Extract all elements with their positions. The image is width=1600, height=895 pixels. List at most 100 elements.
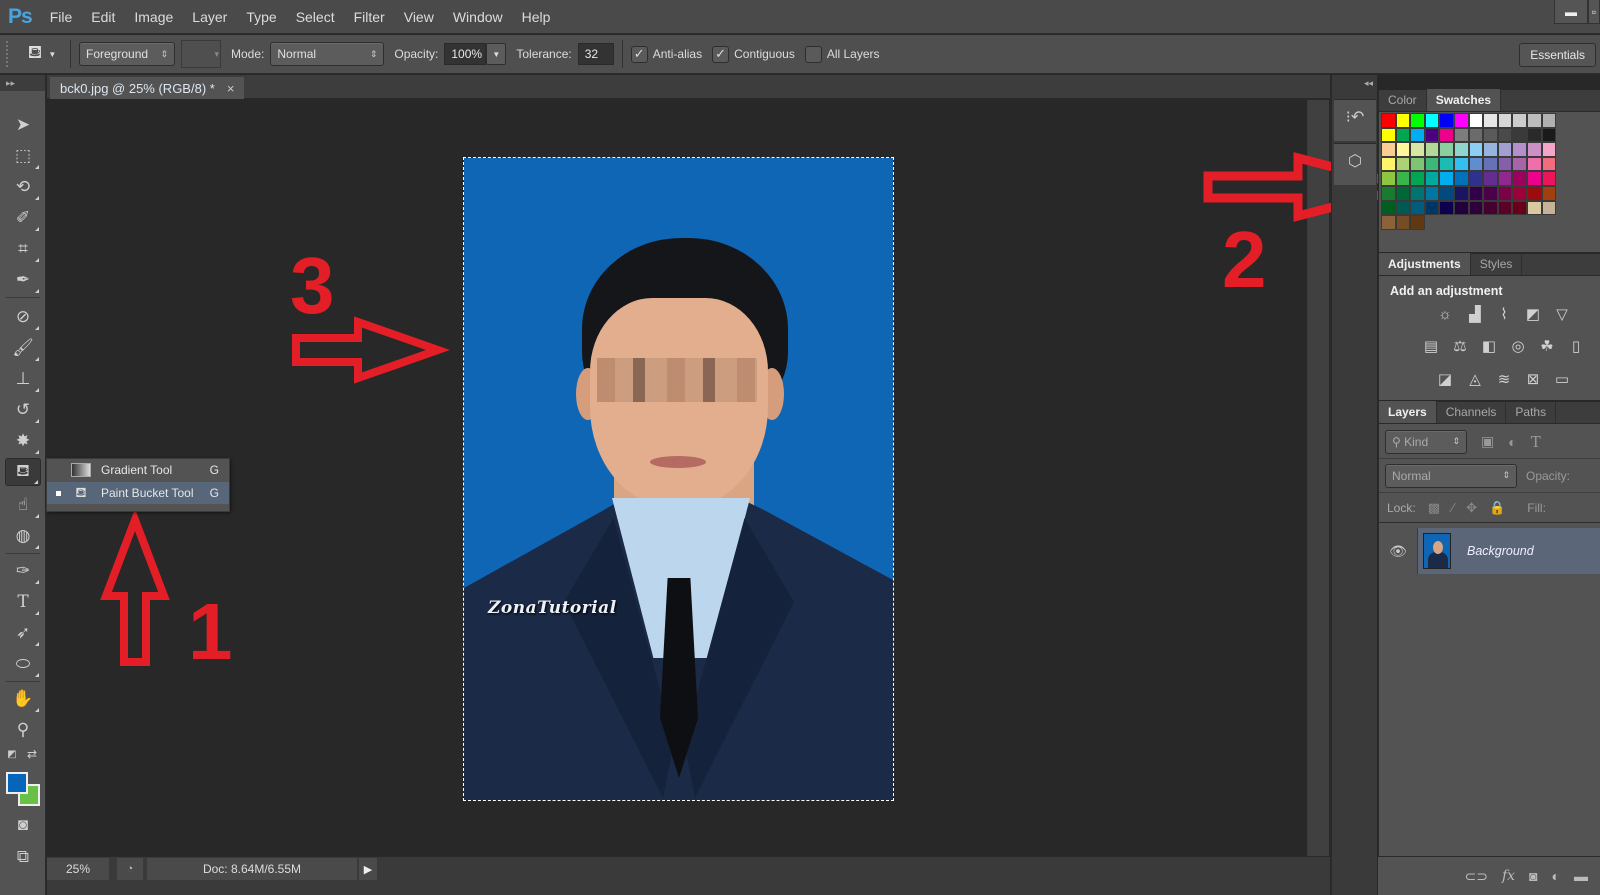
photo-filter-button[interactable]: ◎: [1507, 336, 1529, 356]
color-swatch[interactable]: [1526, 127, 1542, 143]
flyout-paint-bucket-tool[interactable]: ⛾ Paint Bucket Tool G: [47, 482, 229, 504]
document-image[interactable]: ZonaTutorial: [463, 157, 894, 801]
color-swatch[interactable]: [1526, 156, 1542, 172]
color-swatch[interactable]: [1381, 113, 1396, 128]
color-swatch[interactable]: [1468, 142, 1484, 157]
options-bar-grip[interactable]: [6, 41, 12, 67]
invert-button[interactable]: ◪: [1434, 369, 1456, 389]
screen-mode-button[interactable]: ⧉: [5, 843, 41, 871]
color-swatch[interactable]: [1541, 171, 1557, 186]
image-filter-icon[interactable]: ▣: [1481, 433, 1494, 450]
quick-selection-tool[interactable]: ✐: [5, 204, 41, 232]
menu-help[interactable]: Help: [522, 9, 551, 25]
color-swatch[interactable]: [1497, 156, 1513, 172]
eraser-tool[interactable]: ✸: [5, 427, 41, 455]
black-white-button[interactable]: ◧: [1478, 336, 1500, 356]
status-menu-button[interactable]: ▶: [359, 858, 377, 880]
color-swatch[interactable]: [1512, 127, 1527, 143]
layer-blend-mode-select[interactable]: Normal ⇕: [1385, 463, 1517, 488]
color-swatch[interactable]: [1541, 127, 1557, 143]
menu-image[interactable]: Image: [134, 9, 173, 25]
color-swatch[interactable]: [1497, 113, 1513, 128]
color-swatch[interactable]: [1468, 185, 1484, 201]
paint-bucket-tool[interactable]: ⛾: [5, 458, 41, 486]
marquee-tool[interactable]: ⬚: [5, 142, 41, 170]
color-swatch[interactable]: [1381, 142, 1396, 157]
type-tool[interactable]: T: [5, 588, 41, 616]
brightness-contrast-button[interactable]: ☼: [1434, 304, 1456, 324]
history-panel-button[interactable]: ⁝↶: [1334, 100, 1376, 134]
fx-icon[interactable]: fx: [1502, 868, 1515, 884]
color-swatch[interactable]: [1483, 171, 1498, 186]
color-swatch[interactable]: [1453, 185, 1469, 201]
hue-saturation-button[interactable]: ▤: [1420, 336, 1442, 356]
threshold-button[interactable]: ≋: [1493, 369, 1515, 389]
color-swatch[interactable]: [1381, 200, 1396, 216]
color-swatch[interactable]: [1453, 200, 1469, 216]
color-swatch[interactable]: [1424, 156, 1440, 172]
color-swatch[interactable]: [1512, 200, 1527, 216]
color-swatch[interactable]: [1381, 215, 1396, 230]
tool-preset-picker[interactable]: ⛾ ▼: [22, 40, 62, 68]
dock-collapse-button[interactable]: ◂◂: [1332, 75, 1377, 91]
color-swatch[interactable]: [1483, 200, 1498, 216]
color-swatch[interactable]: [1395, 185, 1411, 201]
color-swatch[interactable]: [1395, 200, 1411, 216]
color-swatch[interactable]: [1381, 171, 1396, 186]
color-swatch[interactable]: [1526, 142, 1542, 157]
anti-alias-option[interactable]: ✓ Anti-alias: [630, 45, 702, 63]
smudge-tool[interactable]: ☝: [5, 491, 41, 519]
color-swatch[interactable]: [1541, 113, 1557, 128]
color-swatch[interactable]: [1439, 127, 1454, 143]
tolerance-input[interactable]: 32: [577, 43, 614, 65]
fill-source-select[interactable]: Foreground ⇕: [79, 42, 175, 66]
color-swatch[interactable]: [1424, 200, 1440, 216]
history-brush-tool[interactable]: ↺: [5, 396, 41, 424]
color-swatch[interactable]: [1439, 171, 1454, 186]
color-swatch[interactable]: [1483, 185, 1498, 201]
color-swatch[interactable]: [1526, 185, 1542, 201]
color-swatch[interactable]: [1468, 200, 1484, 216]
flyout-gradient-tool[interactable]: Gradient Tool G: [47, 459, 229, 481]
default-colors-button[interactable]: ◩: [2, 745, 22, 763]
color-swatch[interactable]: [1497, 185, 1513, 201]
pen-tool[interactable]: ✑: [5, 557, 41, 585]
color-swatch[interactable]: [1395, 142, 1411, 157]
color-swatch[interactable]: [1439, 142, 1454, 157]
lock-transparency-icon[interactable]: ▩: [1428, 500, 1440, 516]
color-swatch[interactable]: [1395, 156, 1411, 172]
workspace-switcher[interactable]: Essentials: [1519, 43, 1596, 67]
move-tool[interactable]: ➤: [5, 111, 41, 139]
color-swatch[interactable]: [1497, 142, 1513, 157]
clone-stamp-tool[interactable]: ⊥: [5, 365, 41, 393]
swap-colors-button[interactable]: ⇄: [22, 745, 42, 763]
hand-tool[interactable]: ✋: [5, 685, 41, 713]
color-swatch[interactable]: [1453, 171, 1469, 186]
color-swatch[interactable]: [1439, 156, 1454, 172]
color-swatch[interactable]: [1483, 113, 1498, 128]
posterize-button[interactable]: ◬: [1464, 369, 1486, 389]
tab-color[interactable]: Color: [1379, 89, 1427, 111]
color-swatch[interactable]: [1424, 171, 1440, 186]
color-swatch[interactable]: [1512, 156, 1527, 172]
brush-tool[interactable]: 🖌: [5, 334, 41, 362]
vibrance-button[interactable]: ▽: [1551, 304, 1573, 324]
restore-button[interactable]: ▫: [1588, 0, 1600, 24]
color-swatch[interactable]: [1395, 113, 1411, 128]
color-swatch[interactable]: [1439, 185, 1454, 201]
color-swatch[interactable]: [1410, 113, 1425, 128]
lock-position-icon[interactable]: ✥: [1466, 500, 1477, 516]
color-swatch[interactable]: [1541, 185, 1557, 201]
group-folder-icon[interactable]: ▬: [1574, 868, 1588, 884]
color-swatch[interactable]: [1453, 113, 1469, 128]
opacity-slider-button[interactable]: ▼: [486, 43, 507, 65]
path-selection-tool[interactable]: ➶: [5, 619, 41, 647]
layer-selected-background[interactable]: Background: [1417, 528, 1600, 574]
menu-edit[interactable]: Edit: [91, 9, 115, 25]
tab-channels[interactable]: Channels: [1437, 401, 1507, 423]
contiguous-checkbox[interactable]: ✓: [712, 45, 730, 63]
anti-alias-checkbox[interactable]: ✓: [630, 45, 648, 63]
channel-mixer-button[interactable]: ☘: [1536, 336, 1558, 356]
color-swatch[interactable]: [1410, 127, 1425, 143]
status-preview-button[interactable]: ◔: [117, 858, 143, 880]
